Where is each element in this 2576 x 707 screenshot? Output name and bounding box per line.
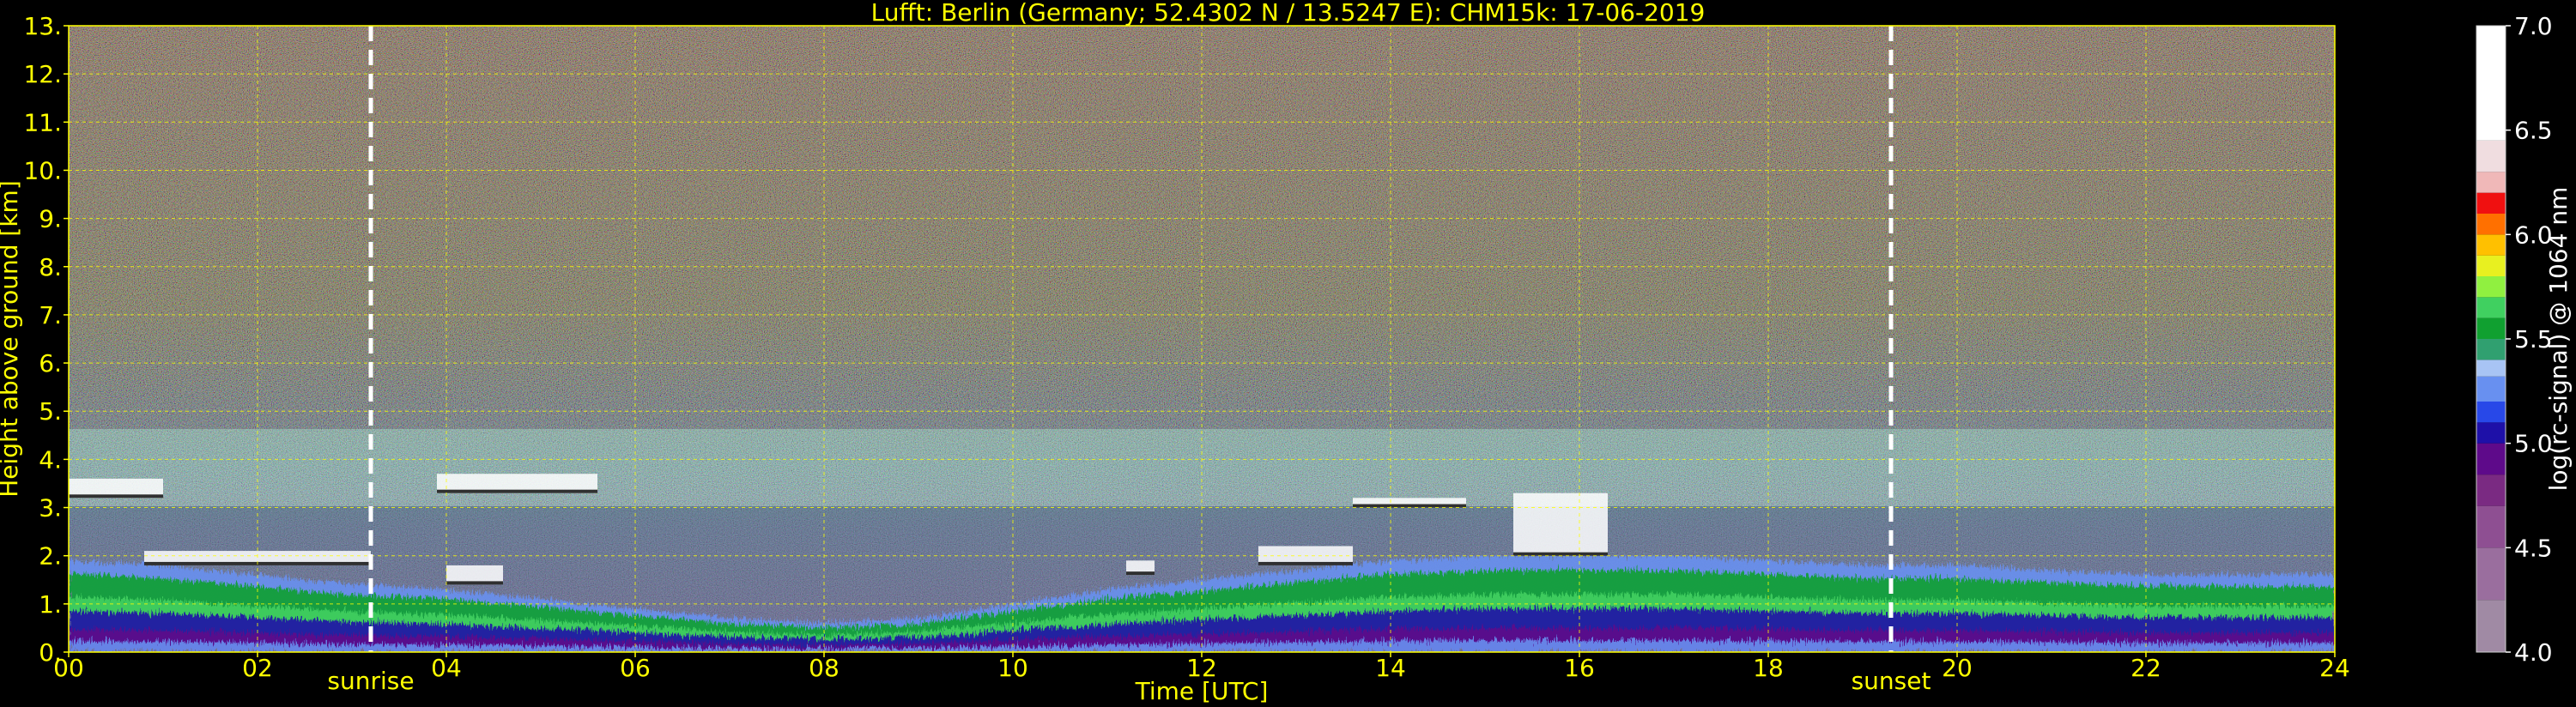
x-tick-label: 14 bbox=[1375, 654, 1406, 682]
cloud-base-6 bbox=[1353, 504, 1466, 508]
colorbar-tick-label: 4.0 bbox=[2514, 638, 2553, 667]
y-tick-label: 7. bbox=[39, 301, 62, 329]
colorbar-tick-label: 6.5 bbox=[2514, 117, 2553, 145]
y-tick-label: 1. bbox=[39, 590, 62, 619]
x-axis-label: Time [UTC] bbox=[1135, 677, 1269, 705]
colorbar-tick-label: 4.5 bbox=[2514, 534, 2553, 562]
colorbar-segment bbox=[2476, 443, 2506, 475]
cloud-base-7 bbox=[1513, 552, 1608, 556]
y-tick-label: 9. bbox=[39, 205, 62, 233]
y-axis-ticks: 0. 1. 2. 3. 4. 5. 6. 7. 8. 9. 10. 11. 12. 13. bbox=[23, 12, 69, 667]
colorbar-segment bbox=[2476, 505, 2506, 548]
colorbar-segment bbox=[2476, 276, 2506, 298]
colorbar-segment bbox=[2476, 474, 2506, 506]
x-tick-label: 16 bbox=[1564, 654, 1595, 682]
colorbar-segment bbox=[2476, 547, 2506, 601]
cloud-base-0 bbox=[69, 494, 163, 499]
x-tick-label: 08 bbox=[809, 654, 839, 682]
colorbar-label: log(rc-signal) @ 1064 nm bbox=[2544, 187, 2573, 492]
y-tick-label: 8. bbox=[39, 253, 62, 281]
colorbar-segment bbox=[2476, 214, 2506, 235]
x-tick-label: 04 bbox=[431, 654, 462, 682]
sunrise-label: sunrise bbox=[327, 667, 414, 695]
cloud-base-3 bbox=[446, 581, 503, 585]
colorbar-segment bbox=[2476, 172, 2506, 193]
y-tick-label: 13. bbox=[23, 12, 62, 40]
x-tick-label: 18 bbox=[1753, 654, 1784, 682]
x-tick-label: 02 bbox=[242, 654, 273, 682]
x-tick-label: 20 bbox=[1942, 654, 1973, 682]
lidar-plot-root: Lufft: Berlin (Germany; 52.4302 N / 13.5… bbox=[0, 0, 2576, 707]
y-tick-label: 11. bbox=[23, 108, 62, 136]
colorbar-segment bbox=[2476, 140, 2506, 172]
colorbar: 4.04.55.05.56.06.57.0 bbox=[2476, 12, 2553, 667]
y-tick-label: 2. bbox=[39, 542, 62, 571]
colorbar-tick-label: 7.0 bbox=[2514, 12, 2553, 40]
y-tick-label: 6. bbox=[39, 349, 62, 378]
colorbar-segment bbox=[2476, 360, 2506, 377]
cloud-base-5 bbox=[1258, 561, 1353, 565]
y-tick-label: 0. bbox=[39, 638, 62, 667]
y-tick-label: 12. bbox=[23, 60, 62, 88]
colorbar-segment bbox=[2476, 26, 2506, 141]
y-tick-label: 4. bbox=[39, 445, 62, 474]
colorbar-segment bbox=[2476, 297, 2506, 318]
x-tick-label: 24 bbox=[2319, 654, 2350, 682]
lidar-quicklook-chart: sunrise sunset 00 02 04 06 08 10 12 14 16 18 20 22 24… bbox=[0, 12, 2573, 705]
y-tick-label: 5. bbox=[39, 397, 62, 426]
colorbar-segment bbox=[2476, 422, 2506, 444]
colorbar-segment bbox=[2476, 600, 2506, 652]
x-tick-label: 10 bbox=[997, 654, 1028, 682]
x-tick-label: 22 bbox=[2131, 654, 2161, 682]
y-tick-label: 3. bbox=[39, 494, 62, 523]
colorbar-segment bbox=[2476, 376, 2506, 402]
x-tick-label: 06 bbox=[620, 654, 651, 682]
colorbar-segment bbox=[2476, 234, 2506, 256]
cloud-base-1 bbox=[437, 489, 597, 493]
colorbar-segment bbox=[2476, 339, 2506, 360]
colorbar-segment bbox=[2476, 192, 2506, 214]
sunset-label: sunset bbox=[1852, 667, 1931, 695]
colorbar-segment bbox=[2476, 255, 2506, 276]
colorbar-segment bbox=[2476, 402, 2506, 423]
colorbar-segment bbox=[2476, 317, 2506, 339]
cloud-layer-7 bbox=[1513, 492, 1608, 556]
y-axis-label: Height above ground [km] bbox=[0, 180, 23, 498]
y-tick-label: 10. bbox=[23, 156, 62, 184]
cloud-base-4 bbox=[1126, 571, 1155, 576]
